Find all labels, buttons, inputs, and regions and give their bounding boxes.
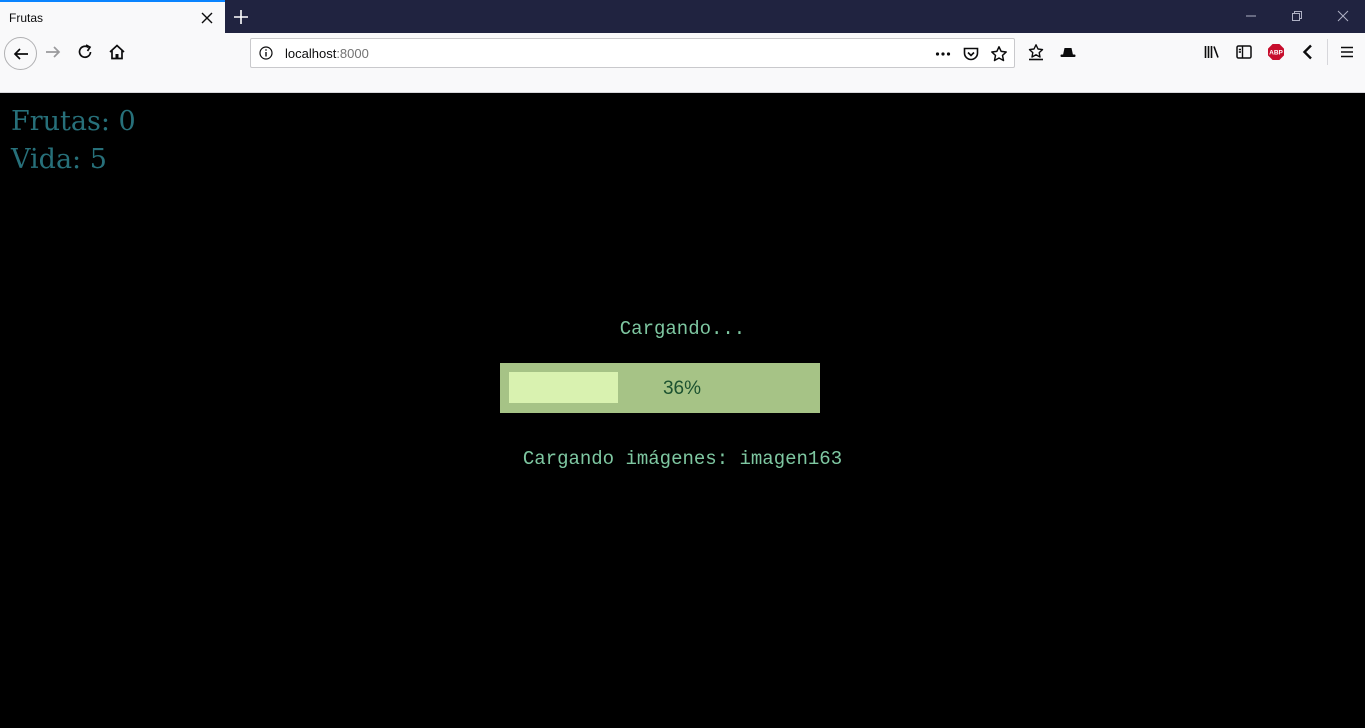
library-icon[interactable] — [1203, 43, 1221, 61]
star-icon[interactable] — [990, 45, 1008, 63]
abp-icon[interactable]: ABP — [1267, 43, 1285, 61]
navigation-toolbar: localhost:8000 ABP — [0, 33, 1365, 93]
arrow-left-icon — [13, 48, 28, 60]
loading-status: Cargando imágenes: imagen163 — [522, 448, 843, 470]
minimize-icon[interactable] — [1244, 9, 1258, 23]
back-button[interactable] — [4, 37, 37, 70]
restore-icon[interactable] — [1290, 9, 1304, 23]
hat-icon[interactable] — [1059, 43, 1077, 61]
hamburger-icon[interactable] — [1338, 43, 1356, 61]
url-host: localhost — [285, 46, 337, 61]
reload-icon[interactable] — [76, 43, 94, 61]
fruit-counter: Frutas: 0 — [11, 106, 136, 137]
progress-label: 36% — [662, 378, 702, 399]
url-text: localhost:8000 — [285, 46, 369, 61]
game-canvas[interactable]: Frutas: 0 Vida: 5 Cargando... 36% Cargan… — [0, 94, 1365, 728]
home-icon[interactable] — [108, 43, 126, 61]
star-list-icon[interactable] — [1027, 43, 1045, 61]
close-icon[interactable] — [199, 10, 215, 26]
ellipsis-icon[interactable] — [934, 45, 952, 63]
arrow-right-icon[interactable] — [44, 43, 62, 61]
tab-title: Frutas — [9, 11, 44, 25]
chevron-left-icon[interactable] — [1299, 43, 1317, 61]
url-bar[interactable]: localhost:8000 — [250, 38, 1015, 68]
url-port: :8000 — [336, 46, 369, 61]
pocket-icon[interactable] — [962, 45, 980, 63]
sidebar-icon[interactable] — [1235, 43, 1253, 61]
life-counter: Vida: 5 — [11, 144, 107, 175]
tab-frutas[interactable]: Frutas — [0, 0, 225, 33]
window-close-icon[interactable] — [1336, 9, 1350, 23]
svg-text:ABP: ABP — [1269, 50, 1283, 57]
progress-bar: 36% — [500, 363, 820, 413]
toolbar-separator — [1327, 39, 1328, 65]
info-icon[interactable] — [259, 46, 273, 60]
plus-icon[interactable] — [231, 7, 251, 27]
loading-title: Cargando... — [619, 318, 746, 340]
tab-strip: Frutas — [0, 0, 1365, 33]
